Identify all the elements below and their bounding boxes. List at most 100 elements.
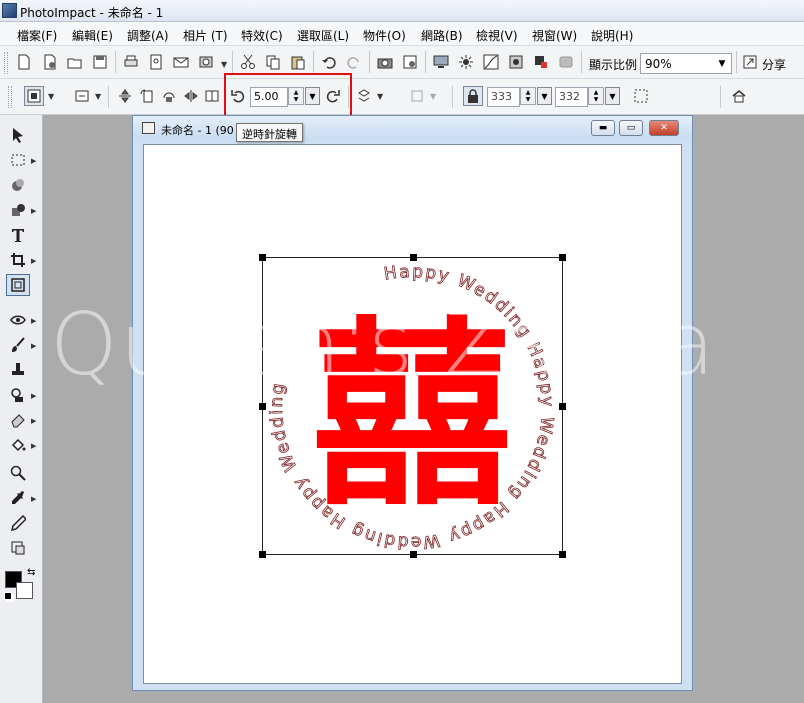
- stamp-tool-icon[interactable]: [6, 359, 30, 381]
- resize-handle[interactable]: [410, 551, 417, 558]
- menu-photo[interactable]: 相片 (T): [183, 27, 228, 44]
- menu-object[interactable]: 物件(O): [363, 27, 406, 44]
- close-button[interactable]: ✕: [649, 120, 679, 136]
- paste-icon[interactable]: [288, 52, 308, 72]
- flip-vertical-icon[interactable]: [115, 86, 135, 106]
- background-color-swatch[interactable]: [16, 582, 33, 599]
- menu-adjust[interactable]: 調整(A): [127, 27, 169, 44]
- crop-tool-icon[interactable]: [6, 249, 30, 271]
- tool-flyout-icon[interactable]: ▶: [31, 417, 36, 425]
- object-transform-dropdown-icon[interactable]: ▼: [377, 93, 384, 101]
- open-file-icon[interactable]: [65, 52, 85, 72]
- scan-dropdown-icon[interactable]: ▼: [221, 61, 228, 69]
- resize-handle[interactable]: [559, 403, 566, 410]
- resize-handle[interactable]: [410, 254, 417, 261]
- minimize-button[interactable]: ▬: [591, 120, 615, 136]
- menu-window[interactable]: 視窗(W): [532, 27, 577, 44]
- paint-brush-icon[interactable]: [6, 334, 30, 356]
- transform-select-dropdown-icon[interactable]: ▼: [95, 93, 102, 101]
- redo-icon[interactable]: [344, 52, 364, 72]
- transform-mode-icon[interactable]: [24, 86, 44, 106]
- tool-flyout-icon[interactable]: ▶: [31, 257, 36, 265]
- toolbar-grip[interactable]: [4, 52, 8, 74]
- menu-file[interactable]: 檔案(F): [17, 27, 57, 44]
- spin-up-icon[interactable]: ▲: [526, 89, 531, 96]
- swap-colors-icon[interactable]: ⇆: [27, 567, 35, 578]
- spin-up-icon[interactable]: ▲: [594, 89, 599, 96]
- height-field[interactable]: 332: [555, 87, 588, 107]
- chevron-down-icon[interactable]: ▼: [715, 55, 729, 72]
- mirror-icon[interactable]: [202, 86, 222, 106]
- clone-tool-icon[interactable]: [6, 384, 30, 406]
- tool-flyout-icon[interactable]: ▶: [31, 442, 36, 450]
- width-spinner[interactable]: ▲ ▼: [520, 87, 536, 105]
- tool-flyout-icon[interactable]: ▶: [31, 342, 36, 350]
- tool-flyout-icon[interactable]: ▶: [31, 495, 36, 503]
- view-tool-icon[interactable]: [6, 309, 30, 331]
- new-from-template-icon[interactable]: [40, 52, 60, 72]
- mask-tool-icon[interactable]: [6, 174, 30, 196]
- rotate-left-90-icon[interactable]: [137, 86, 157, 106]
- share-label[interactable]: 分享: [762, 56, 786, 73]
- curve-icon[interactable]: [481, 52, 501, 72]
- resize-handle[interactable]: [559, 551, 566, 558]
- print-icon[interactable]: [121, 52, 141, 72]
- share-icon[interactable]: [740, 52, 760, 72]
- rotate-180-icon[interactable]: [159, 86, 179, 106]
- maximize-button[interactable]: ▭: [619, 120, 643, 136]
- save-icon[interactable]: [90, 52, 110, 72]
- height-spinner[interactable]: ▲ ▼: [588, 87, 604, 105]
- object-transform-icon[interactable]: [354, 86, 374, 106]
- tool-flyout-icon[interactable]: ▶: [31, 157, 36, 165]
- tool-flyout-icon[interactable]: ▶: [31, 317, 36, 325]
- warp-tool-icon[interactable]: [6, 537, 30, 559]
- flip-horizontal-icon[interactable]: [181, 86, 201, 106]
- monitor-icon[interactable]: [431, 52, 451, 72]
- cut-icon[interactable]: [238, 52, 258, 72]
- transform-select-icon[interactable]: [72, 86, 92, 106]
- capture-icon[interactable]: [400, 52, 420, 72]
- photo-tool-icon[interactable]: [506, 52, 526, 72]
- selection-tool-icon[interactable]: [6, 149, 30, 171]
- zoom-tool-icon[interactable]: [6, 462, 30, 484]
- undo-icon[interactable]: [319, 52, 339, 72]
- email-icon[interactable]: [171, 52, 191, 72]
- menu-web[interactable]: 網路(B): [421, 27, 463, 44]
- zoom-select[interactable]: 90% ▼: [640, 53, 732, 74]
- transform-tool-icon[interactable]: [6, 274, 30, 296]
- print-preview-icon[interactable]: [146, 52, 166, 72]
- resize-handle[interactable]: [259, 551, 266, 558]
- transform-mode-dropdown-icon[interactable]: ▼: [48, 93, 55, 101]
- height-dropdown[interactable]: ▼: [605, 87, 620, 105]
- home-panel-icon[interactable]: [729, 86, 749, 106]
- menu-help[interactable]: 說明(H): [591, 27, 633, 44]
- reset-colors-icon[interactable]: [4, 592, 12, 600]
- tool-flyout-icon[interactable]: ▶: [31, 392, 36, 400]
- shape-tool-icon[interactable]: [6, 199, 30, 221]
- menu-selection[interactable]: 選取區(L): [297, 27, 349, 44]
- menu-effects[interactable]: 特效(C): [241, 27, 283, 44]
- pick-tool-icon[interactable]: [6, 124, 30, 146]
- eyedropper-tool-icon[interactable]: [6, 487, 30, 509]
- camera-icon[interactable]: [375, 52, 395, 72]
- fill-tool-icon[interactable]: [6, 434, 30, 456]
- eraser-tool-icon[interactable]: [6, 409, 30, 431]
- tool-flyout-icon[interactable]: ▶: [31, 207, 36, 215]
- resize-handle[interactable]: [259, 403, 266, 410]
- menu-view[interactable]: 檢視(V): [476, 27, 518, 44]
- brightness-icon[interactable]: [456, 52, 476, 72]
- width-dropdown[interactable]: ▼: [537, 87, 552, 105]
- lock-aspect-icon[interactable]: [463, 86, 483, 106]
- spin-down-icon[interactable]: ▼: [526, 96, 531, 103]
- selection-bounding-box[interactable]: [259, 254, 566, 558]
- resize-handle[interactable]: [259, 254, 266, 261]
- scan-icon[interactable]: [196, 52, 216, 72]
- spin-down-icon[interactable]: ▼: [594, 96, 599, 103]
- new-file-icon[interactable]: [14, 52, 34, 72]
- path-tool-icon[interactable]: [6, 512, 30, 534]
- text-tool-icon[interactable]: [6, 224, 30, 246]
- toolbar-grip[interactable]: [8, 86, 12, 108]
- resize-handle[interactable]: [559, 254, 566, 261]
- effect-tool-icon[interactable]: [531, 52, 551, 72]
- fit-bounds-icon[interactable]: [631, 86, 651, 106]
